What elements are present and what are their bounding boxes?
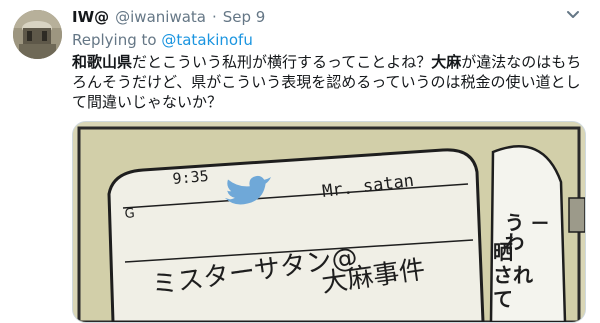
tweet-text-bold-1: 和歌山県 (72, 53, 133, 71)
display-name[interactable]: IW@ (72, 8, 109, 26)
tweet-date[interactable]: Sep 9 (223, 8, 266, 26)
speech-bubble-text-4: され (493, 263, 533, 287)
separator-dot: · (211, 8, 217, 26)
tweet-header: IW@ @iwaniwata · Sep 9 (72, 8, 265, 28)
tweet[interactable]: IW@ @iwaniwata · Sep 9 Replying to @tata… (0, 0, 600, 323)
phone-signal: G (124, 206, 135, 222)
manga-panel: 9:35 G Mr. satan ミスターサタン@ 大麻事件 うわ ー 晒 され… (73, 122, 585, 322)
speech-bubble-text-2: ー (531, 214, 549, 235)
tweet-text: 和歌山県だとこういう私刑が横行するってことよね？大麻が違法なのはもち ろんそうだ… (72, 52, 592, 112)
tweet-text-part-1: だとこういう私刑が横行するってことよね？ (132, 53, 432, 71)
tweet-text-line-2: ろんそうだけど、県がこういう表現を認めるっていうのは税金の使い道とし (72, 73, 581, 91)
replying-to-label: Replying to (72, 31, 157, 49)
chevron-down-icon[interactable] (566, 10, 580, 20)
reply-mention-link[interactable]: @tatakinofu (161, 31, 252, 49)
speech-bubble-text-5: て (493, 287, 513, 311)
tweet-media-image[interactable]: 9:35 G Mr. satan ミスターサタン@ 大麻事件 うわ ー 晒 され… (72, 121, 586, 323)
phone-time: 9:35 (172, 167, 210, 188)
speech-bubble-text-3: 晒 (493, 240, 513, 264)
tweet-text-bold-2: 大麻 (431, 53, 462, 71)
avatar[interactable] (13, 10, 62, 59)
tweet-text-part-2: が違法なのはもち (461, 53, 582, 71)
replying-to: Replying to @tatakinofu (72, 31, 253, 49)
user-handle[interactable]: @iwaniwata (115, 8, 206, 26)
tweet-text-line-3: て間違いじゃないか？ (72, 93, 223, 111)
